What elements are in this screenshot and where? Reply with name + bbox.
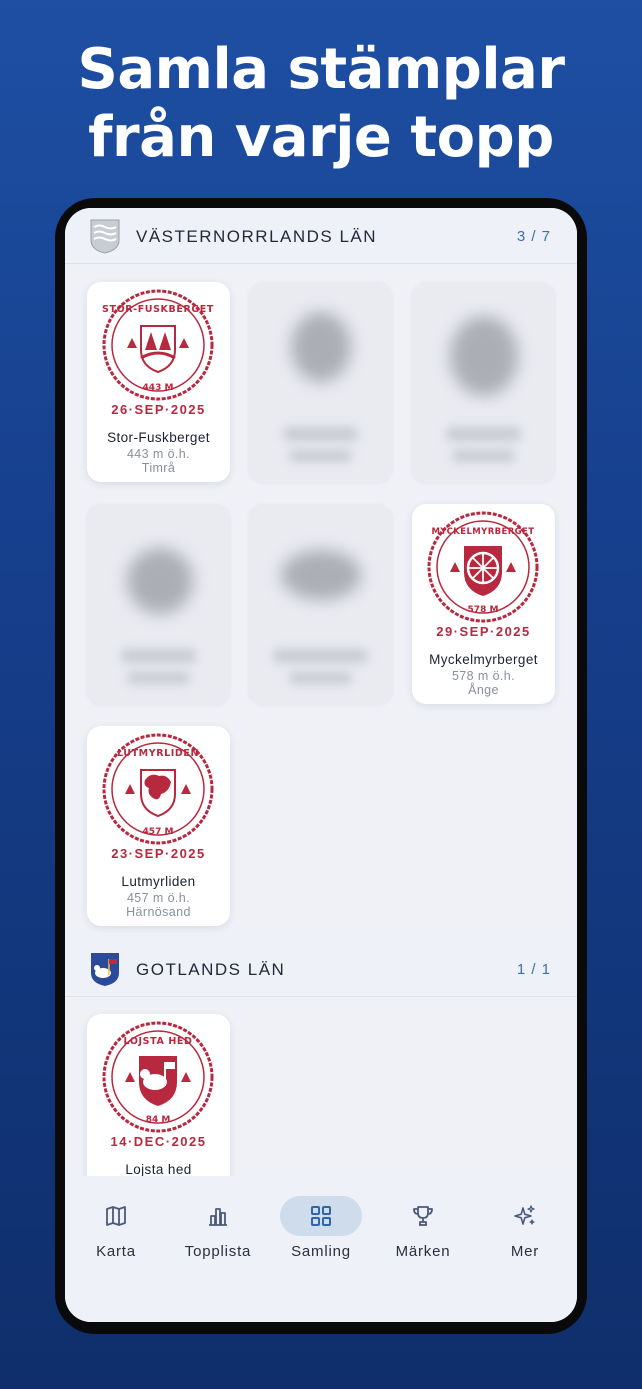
stamp-card-stor-fuskberget[interactable]: STOR-FUSKBERGET 443 M 26·SEP·2025 Stor-F…	[87, 282, 230, 482]
stamp-stor-fuskberget-icon: STOR-FUSKBERGET 443 M	[102, 289, 214, 401]
stamp-card-myckelmyrberget[interactable]: MYCKELMYRBERGET 578 M 29·SEP·2025 Myckel…	[412, 504, 555, 704]
page-headline: Samla stämplar från varje topp	[0, 36, 642, 172]
stamp-date: 14·DEC·2025	[110, 1134, 207, 1149]
stamp-card-locked[interactable]	[249, 282, 392, 482]
blurred-stamp-icon	[281, 550, 361, 600]
nav-label: Mer	[510, 1243, 540, 1260]
nav-label: Topplista	[184, 1243, 252, 1260]
peak-name: Lutmyrliden	[121, 874, 196, 889]
nav-icon-wrap	[280, 1196, 362, 1236]
headline-line-2: från varje topp	[88, 105, 554, 170]
peak-name: Myckelmyrberget	[429, 652, 538, 667]
section-count: 1 / 1	[516, 961, 551, 978]
nav-icon-wrap	[75, 1196, 157, 1236]
vasternorrland-crest-icon	[90, 219, 120, 254]
nav-icon-wrap	[382, 1196, 464, 1236]
peak-municipality: Ånge	[468, 683, 499, 697]
nav-topplista[interactable]: Topplista	[168, 1196, 268, 1266]
nav-label: Samling	[291, 1243, 351, 1260]
sparkles-icon	[514, 1205, 535, 1225]
blurred-text	[127, 672, 190, 684]
headline-line-1: Samla stämplar	[77, 37, 565, 102]
grid-icon	[311, 1206, 331, 1226]
nav-samling[interactable]: Samling	[271, 1196, 371, 1266]
stamp-arc-text: MYCKELMYRBERGET	[432, 527, 535, 537]
stamp-card-lutmyrliden[interactable]: LUTMYRLIDEN 457 M 23·SEP·2025 Lutmyrlide…	[87, 726, 230, 926]
stamp-date: 26·SEP·2025	[111, 402, 206, 417]
peak-elevation: 457 m ö.h.	[126, 891, 191, 905]
section-title: VÄSTERNORRLANDS LÄN	[136, 227, 378, 246]
nav-mer[interactable]: Mer	[475, 1196, 575, 1266]
stamp-card-locked[interactable]	[249, 504, 392, 704]
peak-name: Stor-Fuskberget	[107, 430, 210, 445]
peak-name: Lojsta hed	[125, 1162, 192, 1177]
map-icon	[106, 1206, 126, 1226]
bottom-navigation: Karta Topplista Samling Märken Mer	[65, 1176, 577, 1322]
nav-icon-wrap	[484, 1196, 566, 1236]
stamp-elev-text: 443 M	[143, 383, 174, 393]
blurred-text	[446, 427, 521, 441]
blurred-text	[283, 427, 358, 441]
stamp-arc-text: STOR-FUSKBERGET	[102, 304, 214, 315]
stamp-card-locked[interactable]	[87, 504, 230, 704]
phone-screen: VÄSTERNORRLANDS LÄN 3 / 7 STOR-FUSKBERGE…	[65, 208, 577, 1322]
blurred-stamp-icon	[127, 548, 193, 614]
blurred-stamp-icon	[450, 316, 518, 396]
blurred-text	[289, 450, 352, 462]
stamp-date: 29·SEP·2025	[436, 624, 531, 639]
blurred-text	[289, 672, 352, 684]
stamp-arc-text: LUTMYRLIDEN	[117, 748, 199, 759]
stamp-elev-text: 84 M	[146, 1115, 171, 1125]
nav-label: Märken	[395, 1243, 451, 1260]
section-title: GOTLANDS LÄN	[136, 960, 286, 979]
nav-karta[interactable]: Karta	[66, 1196, 166, 1266]
peak-municipality: Härnösand	[126, 905, 191, 919]
nav-label: Karta	[96, 1243, 136, 1260]
trophy-icon	[413, 1206, 433, 1226]
stamp-elev-text: 578 M	[468, 605, 499, 615]
stamp-myckelmyrberget-icon: MYCKELMYRBERGET 578 M	[427, 511, 539, 623]
nav-icon-wrap	[177, 1196, 259, 1236]
blurred-text	[121, 649, 196, 663]
stamp-card-locked[interactable]	[412, 282, 555, 482]
stamp-elev-text: 457 M	[143, 827, 174, 837]
peak-elevation: 578 m ö.h.	[451, 669, 516, 683]
peak-elevation: 443 m ö.h.	[126, 447, 191, 461]
stamp-lojsta-hed-icon: LOJSTA HED 84 M	[102, 1021, 214, 1133]
section-header-gotland[interactable]: GOTLANDS LÄN 1 / 1	[65, 941, 577, 997]
peak-municipality: Timrå	[141, 461, 176, 475]
stamp-lutmyrliden-icon: LUTMYRLIDEN 457 M	[102, 733, 214, 845]
section-count: 3 / 7	[516, 228, 551, 245]
bar-chart-icon	[209, 1208, 227, 1226]
blurred-text	[452, 450, 515, 462]
section-header-vasternorrland[interactable]: VÄSTERNORRLANDS LÄN 3 / 7	[65, 208, 577, 264]
stamp-arc-text: LOJSTA HED	[124, 1036, 193, 1047]
blurred-stamp-icon	[291, 312, 351, 382]
blurred-text	[273, 649, 368, 663]
stamp-date: 23·SEP·2025	[111, 846, 206, 861]
nav-marken[interactable]: Märken	[373, 1196, 473, 1266]
gotland-crest-icon	[91, 953, 119, 986]
